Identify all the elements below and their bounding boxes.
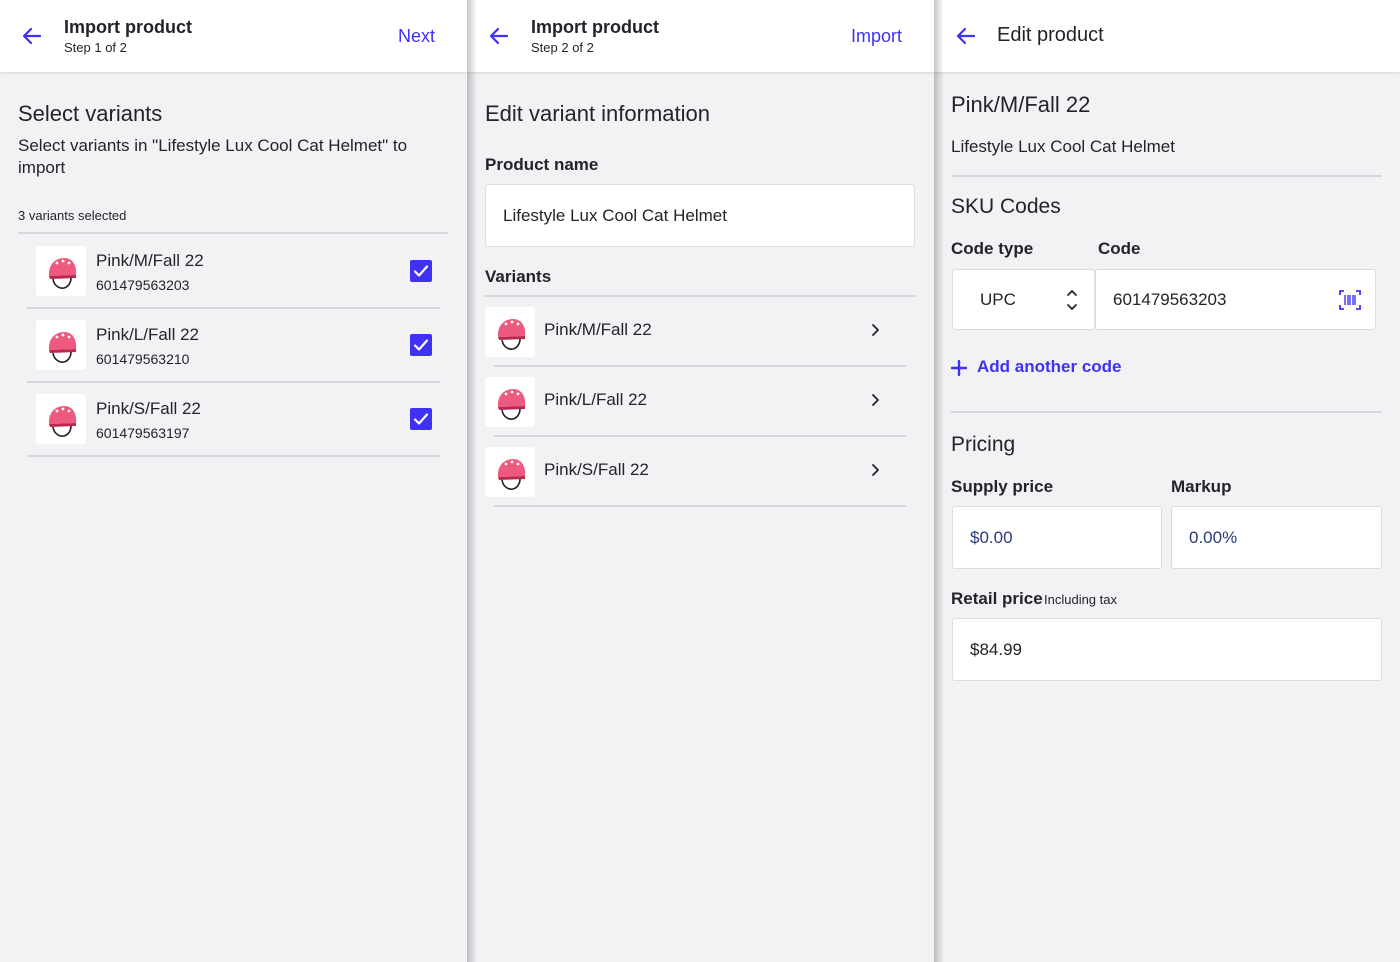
variant-name: Pink/M/Fall 22 <box>544 320 652 339</box>
markup-value: 0.00% <box>1189 528 1238 547</box>
step2-header: Import product Step 2 of 2 Import <box>467 0 934 72</box>
variant-row[interactable]: Pink/M/Fall 22 <box>485 297 906 367</box>
product-name-input[interactable]: Lifestyle Lux Cool Cat Helmet <box>485 184 915 247</box>
code-type-select[interactable]: UPC <box>952 269 1095 330</box>
step1-header: Import product Step 1 of 2 Next <box>0 0 467 72</box>
checkbox-checked-icon[interactable] <box>410 408 432 430</box>
variant-row[interactable]: Pink/M/Fall 22 601479563203 <box>27 235 440 309</box>
supply-price-input[interactable]: $0.00 <box>952 506 1162 569</box>
product-name-value: Lifestyle Lux Cool Cat Helmet <box>503 206 727 225</box>
step1-panel: Import product Step 1 of 2 Next Select v… <box>0 0 467 962</box>
code-type-value: UPC <box>980 290 1016 309</box>
page-title: Select variants <box>18 101 163 126</box>
helmet-thumbnail <box>36 394 86 444</box>
header-title: Edit product <box>997 24 1104 46</box>
panel-shadow <box>934 0 944 962</box>
next-button[interactable]: Next <box>398 26 435 47</box>
divider <box>18 232 448 234</box>
back-arrow-icon[interactable] <box>487 24 511 48</box>
divider <box>951 411 1382 413</box>
supply-price-label: Supply price <box>951 477 1054 496</box>
variant-sku: 601479563197 <box>96 425 190 441</box>
variant-name: Pink/L/Fall 22 <box>544 390 647 409</box>
retail-price-note: Including tax <box>1044 592 1117 607</box>
header-title: Import product <box>64 17 192 37</box>
chevron-right-icon <box>868 463 882 477</box>
add-another-code-button[interactable]: Add another code <box>977 357 1122 377</box>
code-value: 601479563203 <box>1113 290 1227 309</box>
helmet-thumbnail <box>485 447 535 497</box>
import-button[interactable]: Import <box>851 26 902 47</box>
page-description: Select variants in "Lifestyle Lux Cool C… <box>18 136 408 177</box>
variant-name: Pink/L/Fall 22 <box>96 325 199 344</box>
markup-label: Markup <box>1171 477 1232 496</box>
selected-count: 3 variants selected <box>18 208 127 223</box>
helmet-thumbnail <box>485 307 535 357</box>
variant-name: Pink/M/Fall 22 <box>96 251 204 270</box>
variant-row[interactable]: Pink/S/Fall 22 <box>485 437 906 507</box>
variant-row[interactable]: Pink/S/Fall 22 601479563197 <box>27 383 440 457</box>
header-subtitle: Step 2 of 2 <box>531 40 594 55</box>
barcode-scan-icon[interactable] <box>1339 290 1361 310</box>
header-subtitle: Step 1 of 2 <box>64 40 127 55</box>
variant-row[interactable]: Pink/L/Fall 22 <box>485 367 906 437</box>
chevron-right-icon <box>868 323 882 337</box>
edit-header: Edit product <box>934 0 1400 72</box>
divider <box>951 175 1382 177</box>
variant-name: Pink/S/Fall 22 <box>96 399 201 418</box>
code-label: Code <box>1098 239 1141 258</box>
helmet-thumbnail <box>36 320 86 370</box>
chevron-right-icon <box>868 393 882 407</box>
variant-name: Pink/S/Fall 22 <box>544 460 649 479</box>
back-arrow-icon[interactable] <box>954 24 978 48</box>
pricing-heading: Pricing <box>951 433 1016 456</box>
retail-price-value: $84.99 <box>970 640 1022 659</box>
checkbox-checked-icon[interactable] <box>410 334 432 356</box>
code-input[interactable]: 601479563203 <box>1095 269 1376 330</box>
panel-shadow <box>467 0 477 962</box>
helmet-thumbnail <box>36 246 86 296</box>
variant-title: Pink/M/Fall 22 <box>951 92 1091 117</box>
retail-price-input[interactable]: $84.99 <box>952 618 1382 681</box>
checkbox-checked-icon[interactable] <box>410 260 432 282</box>
variant-row[interactable]: Pink/L/Fall 22 601479563210 <box>27 309 440 383</box>
divider <box>494 505 906 507</box>
edit-product-panel: Edit product Pink/M/Fall 22 Lifestyle Lu… <box>934 0 1400 962</box>
variants-label: Variants <box>485 267 552 286</box>
plus-icon <box>951 360 967 376</box>
header-title: Import product <box>531 17 659 37</box>
divider <box>27 455 440 457</box>
step2-panel: Import product Step 2 of 2 Import Edit v… <box>467 0 934 962</box>
product-name-label: Product name <box>485 155 599 174</box>
markup-input[interactable]: 0.00% <box>1171 506 1382 569</box>
back-arrow-icon[interactable] <box>20 24 44 48</box>
code-type-label: Code type <box>951 239 1034 258</box>
supply-price-value: $0.00 <box>970 528 1013 547</box>
variant-sku: 601479563203 <box>96 277 190 293</box>
stepper-arrows-icon <box>1066 287 1078 313</box>
product-name: Lifestyle Lux Cool Cat Helmet <box>951 137 1175 156</box>
helmet-thumbnail <box>485 377 535 427</box>
page-title: Edit variant information <box>485 101 710 126</box>
retail-price-label: Retail price <box>951 589 1043 608</box>
sku-heading: SKU Codes <box>951 195 1061 218</box>
variant-sku: 601479563210 <box>96 351 190 367</box>
